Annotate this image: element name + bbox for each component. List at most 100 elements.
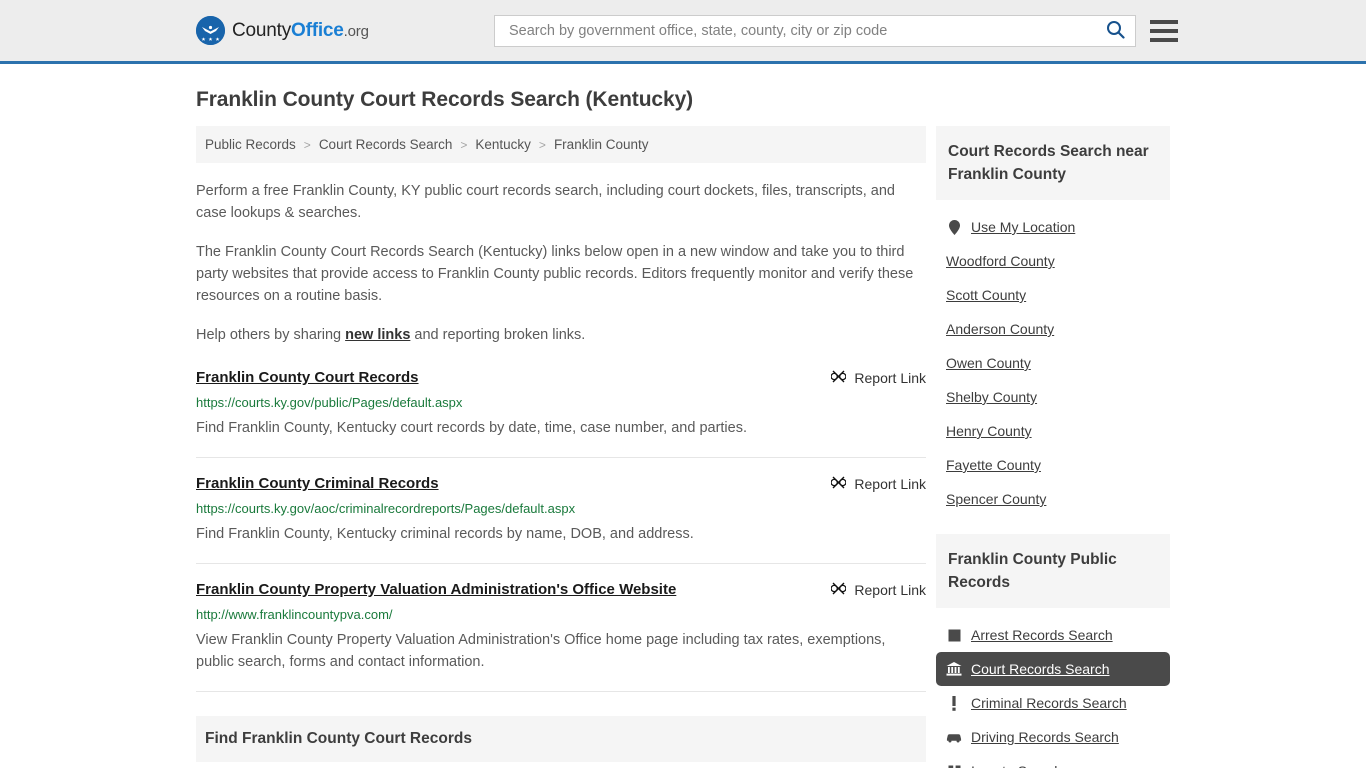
breadcrumb-separator: > <box>460 137 468 152</box>
sidebar-item-label: Driving Records Search <box>971 729 1119 745</box>
public-records-panel-heading: Franklin County Public Records <box>948 551 1117 591</box>
public-records-panel-header: Franklin County Public Records <box>936 534 1170 608</box>
report-link-label: Report Link <box>854 370 926 386</box>
find-records-heading: Find Franklin County Court Records <box>205 730 472 747</box>
map-pin-icon <box>946 219 962 235</box>
search-icon <box>1106 20 1125 42</box>
list-item: Inmate Search <box>936 754 1170 768</box>
logo-text: CountyOffice.org <box>232 20 369 42</box>
intro-text: Perform a free Franklin County, KY publi… <box>196 180 926 346</box>
list-item: Anderson County <box>936 312 1170 346</box>
nearby-county-list: Use My Location Woodford County Scott Co… <box>936 210 1170 516</box>
breadcrumb: Public Records > Court Records Search > … <box>196 126 926 163</box>
page-container: Franklin County Court Records Search (Ke… <box>0 88 1366 768</box>
list-item: Woodford County <box>936 244 1170 278</box>
list-item: Driving Records Search <box>936 720 1170 754</box>
report-link-label: Report Link <box>854 582 926 598</box>
sidebar-item-inmate-search[interactable]: Inmate Search <box>936 754 1170 768</box>
nearby-panel-heading: Court Records Search near Franklin Count… <box>948 143 1149 183</box>
result-item: Franklin County Property Valuation Admin… <box>196 580 926 692</box>
sidebar-county-fayette[interactable]: Fayette County <box>936 448 1170 482</box>
result-item: Franklin County Court Records Report Lin… <box>196 368 926 458</box>
intro-paragraph-1: Perform a free Franklin County, KY publi… <box>196 183 895 221</box>
breadcrumb-item-court-records-search[interactable]: Court Records Search <box>319 137 453 152</box>
list-item: Use My Location <box>936 210 1170 244</box>
search-button[interactable] <box>1104 20 1127 42</box>
list-item: Owen County <box>936 346 1170 380</box>
sidebar-item-label: Inmate Search <box>971 763 1062 768</box>
logo-text-office: Office <box>291 19 344 41</box>
sidebar-item-label: Criminal Records Search <box>971 695 1127 711</box>
result-url: http://www.franklincountypva.com/ <box>196 607 393 622</box>
broken-link-icon <box>830 581 847 599</box>
sidebar-county-anderson[interactable]: Anderson County <box>936 312 1170 346</box>
nearby-panel-header: Court Records Search near Franklin Count… <box>936 126 1170 200</box>
public-records-list: Arrest Records Search Court Records Sear… <box>936 618 1170 768</box>
broken-link-icon <box>830 369 847 387</box>
report-link-button[interactable]: Report Link <box>830 474 926 493</box>
car-icon <box>946 732 962 743</box>
site-header: CountyOffice.org <box>0 0 1366 64</box>
courthouse-icon <box>946 662 962 676</box>
list-item: Fayette County <box>936 448 1170 482</box>
sidebar-county-henry[interactable]: Henry County <box>936 414 1170 448</box>
use-my-location-link[interactable]: Use My Location <box>936 210 1170 244</box>
page-title: Franklin County Court Records Search (Ke… <box>196 88 694 111</box>
result-description: Find Franklin County, Kentucky court rec… <box>196 420 747 436</box>
broken-link-icon <box>830 475 847 493</box>
breadcrumb-item-public-records[interactable]: Public Records <box>205 137 296 152</box>
main-content: Public Records > Court Records Search > … <box>196 126 926 768</box>
sidebar-county-woodford[interactable]: Woodford County <box>936 244 1170 278</box>
inmate-icon <box>946 765 962 768</box>
sidebar-county-owen[interactable]: Owen County <box>936 346 1170 380</box>
find-records-header: Find Franklin County Court Records <box>196 716 926 762</box>
breadcrumb-separator: > <box>303 137 311 152</box>
hamburger-menu-icon[interactable] <box>1150 19 1178 42</box>
book-icon <box>946 629 962 642</box>
report-link-label: Report Link <box>854 476 926 492</box>
sidebar-county-scott[interactable]: Scott County <box>936 278 1170 312</box>
site-logo[interactable]: CountyOffice.org <box>196 16 369 45</box>
exclamation-icon <box>946 695 962 711</box>
search-input[interactable] <box>507 21 1104 40</box>
logo-text-county: County <box>232 19 292 41</box>
sidebar-item-label: Arrest Records Search <box>971 627 1113 643</box>
result-url: https://courts.ky.gov/public/Pages/defau… <box>196 395 463 410</box>
result-url: https://courts.ky.gov/aoc/criminalrecord… <box>196 501 576 516</box>
sidebar: Court Records Search near Franklin Count… <box>936 126 1170 768</box>
eagle-seal-icon <box>196 16 225 45</box>
report-link-button[interactable]: Report Link <box>830 580 926 599</box>
intro-paragraph-2: The Franklin County Court Records Search… <box>196 244 914 304</box>
intro-p3-after: and reporting broken links. <box>410 327 586 343</box>
list-item: Arrest Records Search <box>936 618 1170 652</box>
list-item: Shelby County <box>936 380 1170 414</box>
intro-p3-before: Help others by sharing <box>196 327 346 343</box>
sidebar-county-shelby[interactable]: Shelby County <box>936 380 1170 414</box>
report-link-button[interactable]: Report Link <box>830 368 926 387</box>
sidebar-item-court-records-search[interactable]: Court Records Search <box>936 652 1170 686</box>
list-item: Spencer County <box>936 482 1170 516</box>
sidebar-county-spencer[interactable]: Spencer County <box>936 482 1170 516</box>
search-bar[interactable] <box>494 14 1136 47</box>
list-item: Henry County <box>936 414 1170 448</box>
result-title-link[interactable]: Franklin County Court Records <box>196 368 419 388</box>
sidebar-item-criminal-records-search[interactable]: Criminal Records Search <box>936 686 1170 720</box>
new-links-link[interactable]: new links <box>345 327 410 343</box>
list-item: Court Records Search <box>936 652 1170 686</box>
sidebar-item-arrest-records-search[interactable]: Arrest Records Search <box>936 618 1170 652</box>
results-list: Franklin County Court Records Report Lin… <box>196 368 926 692</box>
result-description: Find Franklin County, Kentucky criminal … <box>196 526 694 542</box>
use-my-location-label: Use My Location <box>971 219 1076 235</box>
result-title-link[interactable]: Franklin County Criminal Records <box>196 474 439 494</box>
logo-text-org: .org <box>343 22 369 40</box>
result-item: Franklin County Criminal Records Report … <box>196 474 926 564</box>
list-item: Scott County <box>936 278 1170 312</box>
intro-paragraph-3: Help others by sharing new links and rep… <box>196 324 926 346</box>
sidebar-item-driving-records-search[interactable]: Driving Records Search <box>936 720 1170 754</box>
breadcrumb-item-franklin-county[interactable]: Franklin County <box>554 137 649 152</box>
result-description: View Franklin County Property Valuation … <box>196 632 886 670</box>
breadcrumb-item-kentucky[interactable]: Kentucky <box>475 137 531 152</box>
result-title-link[interactable]: Franklin County Property Valuation Admin… <box>196 580 676 600</box>
list-item: Criminal Records Search <box>936 686 1170 720</box>
sidebar-item-label: Court Records Search <box>971 661 1110 677</box>
